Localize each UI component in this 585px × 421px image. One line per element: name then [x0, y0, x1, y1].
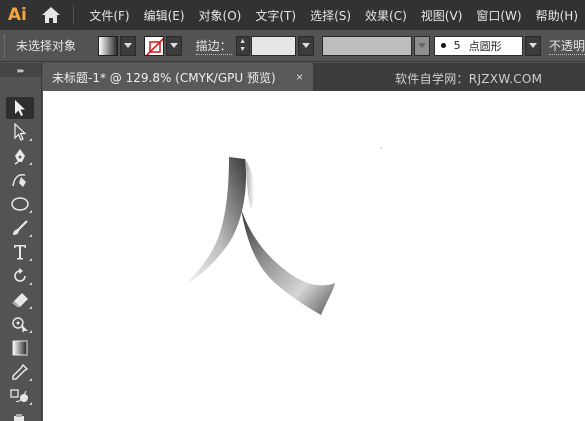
document-tab-title: 未标题-1* @ 129.8% (CMYK/GPU 预览)	[52, 70, 276, 85]
direct-selection-tool-icon	[14, 123, 27, 141]
brush-size: 5	[453, 39, 461, 52]
selection-tool[interactable]	[6, 97, 34, 119]
curvature-tool[interactable]	[6, 169, 34, 191]
brush-name: 点圆形	[468, 39, 502, 53]
chevron-down-icon	[169, 42, 178, 48]
paintbrush-tool-icon	[13, 220, 28, 235]
left-stroke-highlight	[245, 159, 255, 209]
panel-collapse-icon[interactable]: ▸▸	[0, 63, 41, 77]
stroke-swatch[interactable]	[143, 35, 164, 56]
eyedropper-tool[interactable]	[6, 361, 34, 383]
gradient-tool-icon	[12, 340, 28, 356]
panel-grip[interactable]	[4, 34, 8, 57]
ellipse-tool[interactable]	[6, 193, 34, 215]
rotate-tool[interactable]	[6, 265, 34, 287]
tools-panel: ▸▸	[0, 63, 42, 421]
menu-type[interactable]: 文字(T)	[248, 7, 303, 24]
type-tool-icon	[14, 245, 26, 260]
chevron-down-icon	[123, 42, 132, 48]
stroke-weight-spinner[interactable]: ▲ ▼	[235, 35, 250, 56]
right-stroke-shape[interactable]	[241, 209, 335, 315]
pen-tool-icon	[14, 149, 25, 165]
eraser-tool-icon	[12, 293, 28, 307]
menu-effect[interactable]: 效果(C)	[358, 7, 414, 24]
fill-dropdown[interactable]	[119, 35, 136, 56]
document-tab[interactable]: 未标题-1* @ 129.8% (CMYK/GPU 预览) ×	[43, 63, 313, 91]
gradient-tool[interactable]	[6, 337, 34, 359]
stroke-weight-dropdown[interactable]	[298, 35, 315, 56]
document-tab-bar: 未标题-1* @ 129.8% (CMYK/GPU 预览) × 软件自学网：RJ…	[43, 63, 585, 91]
menu-object[interactable]: 对象(O)	[192, 7, 249, 24]
pen-tool[interactable]	[6, 145, 34, 167]
stroke-dropdown[interactable]	[165, 35, 182, 56]
puppet-warp-tool-icon	[12, 317, 28, 333]
stroke-weight-input[interactable]	[250, 35, 297, 56]
artboard-canvas[interactable]	[43, 91, 585, 421]
menu-view[interactable]: 视图(V)	[414, 7, 470, 24]
menu-divider	[73, 5, 75, 25]
menu-help[interactable]: 帮助(H)	[529, 7, 585, 24]
paintbrush-tool[interactable]	[6, 217, 34, 239]
spinner-up-icon: ▲	[239, 37, 247, 45]
no-stroke-icon	[145, 37, 163, 55]
app-logo: Ai	[7, 5, 27, 25]
gradient-ren-character-artwork[interactable]	[43, 91, 585, 421]
curvature-tool-icon	[12, 173, 26, 187]
selection-tool-icon	[15, 100, 25, 116]
variable-width-profile[interactable]	[322, 35, 412, 56]
watermark-text: 软件自学网：RJZXW.COM	[395, 72, 543, 86]
type-tool[interactable]	[6, 241, 34, 263]
fill-swatch[interactable]	[98, 35, 118, 56]
chevron-down-icon	[417, 42, 426, 48]
eyedropper-tool-icon	[12, 363, 29, 380]
rotate-tool-icon	[14, 268, 26, 282]
brush-dropdown[interactable]	[525, 35, 541, 56]
home-icon[interactable]	[39, 3, 64, 27]
control-bar: 未选择对象 描边： ▲ ▼ 5 点圆形 不透明	[0, 30, 585, 62]
stroke-label[interactable]: 描边：	[195, 37, 232, 55]
ellipse-tool-icon	[11, 197, 29, 211]
puppet-warp-tool[interactable]	[6, 313, 34, 335]
direct-selection-tool[interactable]	[6, 121, 34, 143]
profile-dropdown[interactable]	[413, 35, 430, 56]
blend-tool[interactable]	[6, 385, 34, 407]
menu-edit[interactable]: 编辑(E)	[137, 7, 192, 24]
stray-point	[380, 147, 382, 149]
menu-file[interactable]: 文件(F)	[82, 7, 136, 24]
spinner-down-icon: ▼	[239, 45, 247, 53]
brush-definition[interactable]: 5 点圆形	[433, 35, 524, 56]
chevron-down-icon	[302, 42, 311, 48]
chevron-down-icon	[529, 42, 538, 48]
blend-tool-icon	[10, 389, 28, 402]
menu-bar: Ai 文件(F) 编辑(E) 对象(O) 文字(T) 选择(S) 效果(C) 视…	[0, 0, 585, 30]
menu-window[interactable]: 窗口(W)	[469, 7, 528, 24]
left-stroke-shape[interactable]	[185, 157, 247, 285]
selection-status: 未选择对象	[15, 39, 76, 53]
brush-dot-icon	[440, 43, 446, 48]
menu-select[interactable]: 选择(S)	[303, 7, 358, 24]
symbol-sprayer-tool-icon	[14, 414, 24, 421]
close-icon[interactable]: ×	[296, 70, 303, 84]
symbol-sprayer-tool[interactable]	[6, 409, 34, 421]
eraser-tool[interactable]	[6, 289, 34, 311]
opacity-label[interactable]: 不透明	[549, 37, 585, 55]
